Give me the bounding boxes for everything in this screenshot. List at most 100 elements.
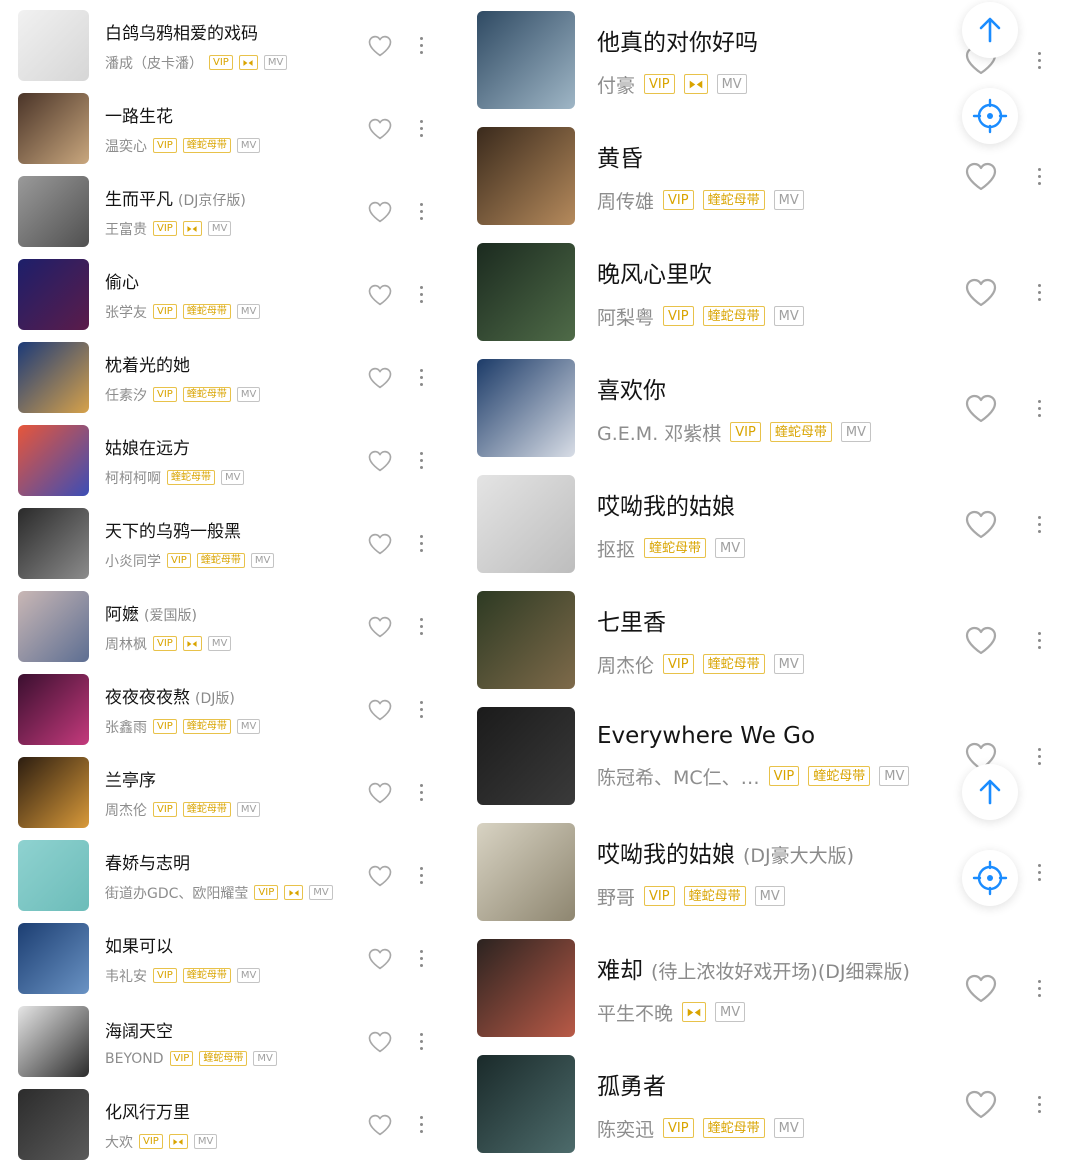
mv-badge: MV [236,968,261,983]
artist-name[interactable]: 周林枫 [105,634,147,654]
more-options-icon[interactable] [420,950,423,967]
like-heart-icon[interactable] [965,162,997,191]
like-heart-icon[interactable] [368,118,392,140]
like-heart-icon[interactable] [965,510,997,539]
song-row[interactable]: 夜夜夜夜熬 (DJ版) 张鑫雨 VIP 蝰蛇母带 MV [0,668,450,751]
song-row[interactable]: 春娇与志明 街道办GDC、欧阳耀莹 VIP MV [0,834,450,917]
like-heart-icon[interactable] [368,699,392,721]
scroll-top-button[interactable] [962,2,1018,58]
album-cover [18,259,89,330]
like-heart-icon[interactable] [368,35,392,57]
more-options-icon[interactable] [1038,863,1041,881]
locate-playing-button[interactable] [962,88,1018,144]
song-row[interactable]: 一路生花 温奕心 VIP 蝰蛇母带 MV [0,87,450,170]
song-row[interactable]: 哎呦我的姑娘 抠抠 蝰蛇母带 MV [460,466,1080,582]
more-options-icon[interactable] [1038,399,1041,417]
more-options-icon[interactable] [420,535,423,552]
artist-name[interactable]: 陈冠希、MC仁、… [597,763,760,790]
more-options-icon[interactable] [420,1116,423,1133]
artist-name[interactable]: 陈奕迅 [597,1115,654,1142]
like-heart-icon[interactable] [368,616,392,638]
song-row[interactable]: 七里香 周杰伦 VIP 蝰蛇母带 MV [460,582,1080,698]
like-heart-icon[interactable] [368,367,392,389]
song-row[interactable]: 白鸽乌鸦相爱的戏码 潘成（皮卡潘） VIP MV [0,4,450,87]
more-options-icon[interactable] [420,1033,423,1050]
scroll-top-button-2[interactable] [962,764,1018,820]
like-heart-icon[interactable] [368,865,392,887]
song-row[interactable]: 喜欢你 G.E.M. 邓紫棋 VIP 蝰蛇母带 MV [460,350,1080,466]
artist-name[interactable]: 潘成（皮卡潘） [105,53,203,73]
like-heart-icon[interactable] [368,948,392,970]
song-row[interactable]: 化风行万里 大欢 VIP MV [0,1083,450,1166]
more-options-icon[interactable] [420,369,423,386]
artist-name[interactable]: 韦礼安 [105,966,147,986]
more-options-icon[interactable] [420,37,423,54]
song-row[interactable]: 海阔天空 BEYOND VIP 蝰蛇母带 MV [0,1000,450,1083]
artist-name[interactable]: 任素汐 [105,385,147,405]
artist-name[interactable]: 抠抠 [597,535,635,562]
more-options-icon[interactable] [1038,747,1041,765]
artist-name[interactable]: 张鑫雨 [105,717,147,737]
like-heart-icon[interactable] [965,626,997,655]
artist-name[interactable]: 街道办GDC、欧阳耀莹 [105,883,248,903]
artist-name[interactable]: BEYOND [105,1051,164,1067]
artist-name[interactable]: 付豪 [597,71,635,98]
artist-name[interactable]: 野哥 [597,883,635,910]
like-heart-icon[interactable] [965,278,997,307]
like-heart-icon[interactable] [368,201,392,223]
locate-playing-button-2[interactable] [962,850,1018,906]
like-heart-icon[interactable] [965,1090,997,1119]
song-row[interactable]: 生而平凡 (DJ京仔版) 王富贵 VIP MV [0,170,450,253]
song-row[interactable]: 天下的乌鸦一般黑 小炎同学 VIP 蝰蛇母带 MV [0,502,450,585]
like-heart-icon[interactable] [368,1031,392,1053]
more-options-icon[interactable] [420,120,423,137]
song-row[interactable]: 枕着光的她 任素汐 VIP 蝰蛇母带 MV [0,336,450,419]
quality-badge-icon [682,1002,707,1022]
more-options-icon[interactable] [420,618,423,635]
more-options-icon[interactable] [420,784,423,801]
artist-name[interactable]: 王富贵 [105,219,147,239]
more-options-icon[interactable] [420,286,423,303]
song-row[interactable]: 姑娘在远方 柯柯柯啊 蝰蛇母带 MV [0,419,450,502]
artist-name[interactable]: G.E.M. 邓紫棋 [597,419,721,446]
like-heart-icon[interactable] [368,1114,392,1136]
artist-name[interactable]: 周杰伦 [597,651,654,678]
more-options-icon[interactable] [1038,1095,1041,1113]
song-version: (DJ豪大大版) [743,844,855,867]
more-options-icon[interactable] [1038,167,1041,185]
vip-badge: VIP [153,802,177,817]
like-heart-icon[interactable] [368,450,392,472]
artist-name[interactable]: 张学友 [105,302,147,322]
artist-name[interactable]: 周杰伦 [105,800,147,820]
artist-name[interactable]: 周传雄 [597,187,654,214]
more-options-icon[interactable] [420,867,423,884]
artist-name[interactable]: 大欢 [105,1132,133,1152]
artist-name[interactable]: 小炎同学 [105,551,161,571]
more-options-icon[interactable] [1038,51,1041,69]
like-heart-icon[interactable] [368,533,392,555]
more-options-icon[interactable] [1038,515,1041,533]
more-options-icon[interactable] [1038,631,1041,649]
song-row[interactable]: 阿嬷 (爱国版) 周林枫 VIP MV [0,585,450,668]
more-options-icon[interactable] [420,203,423,220]
song-row[interactable]: 兰亭序 周杰伦 VIP 蝰蛇母带 MV [0,751,450,834]
like-heart-icon[interactable] [965,974,997,1003]
song-row[interactable]: 偷心 张学友 VIP 蝰蛇母带 MV [0,253,450,336]
song-info: 兰亭序 周杰伦 VIP 蝰蛇母带 MV [105,766,450,820]
more-options-icon[interactable] [420,452,423,469]
like-heart-icon[interactable] [965,394,997,423]
more-options-icon[interactable] [420,701,423,718]
song-row[interactable]: 如果可以 韦礼安 VIP 蝰蛇母带 MV [0,917,450,1000]
artist-name[interactable]: 平生不晚 [597,999,673,1026]
song-title: Everywhere We Go [597,722,816,749]
song-row[interactable]: 孤勇者 陈奕迅 VIP 蝰蛇母带 MV [460,1046,1080,1162]
more-options-icon[interactable] [1038,283,1041,301]
artist-name[interactable]: 温奕心 [105,136,147,156]
more-options-icon[interactable] [1038,979,1041,997]
artist-name[interactable]: 柯柯柯啊 [105,468,161,488]
artist-name[interactable]: 阿梨粤 [597,303,654,330]
like-heart-icon[interactable] [368,284,392,306]
song-row[interactable]: 难却 (待上浓妆好戏开场)(DJ细霖版) 平生不晚 MV [460,930,1080,1046]
like-heart-icon[interactable] [368,782,392,804]
song-row[interactable]: 晚风心里吹 阿梨粤 VIP 蝰蛇母带 MV [460,234,1080,350]
